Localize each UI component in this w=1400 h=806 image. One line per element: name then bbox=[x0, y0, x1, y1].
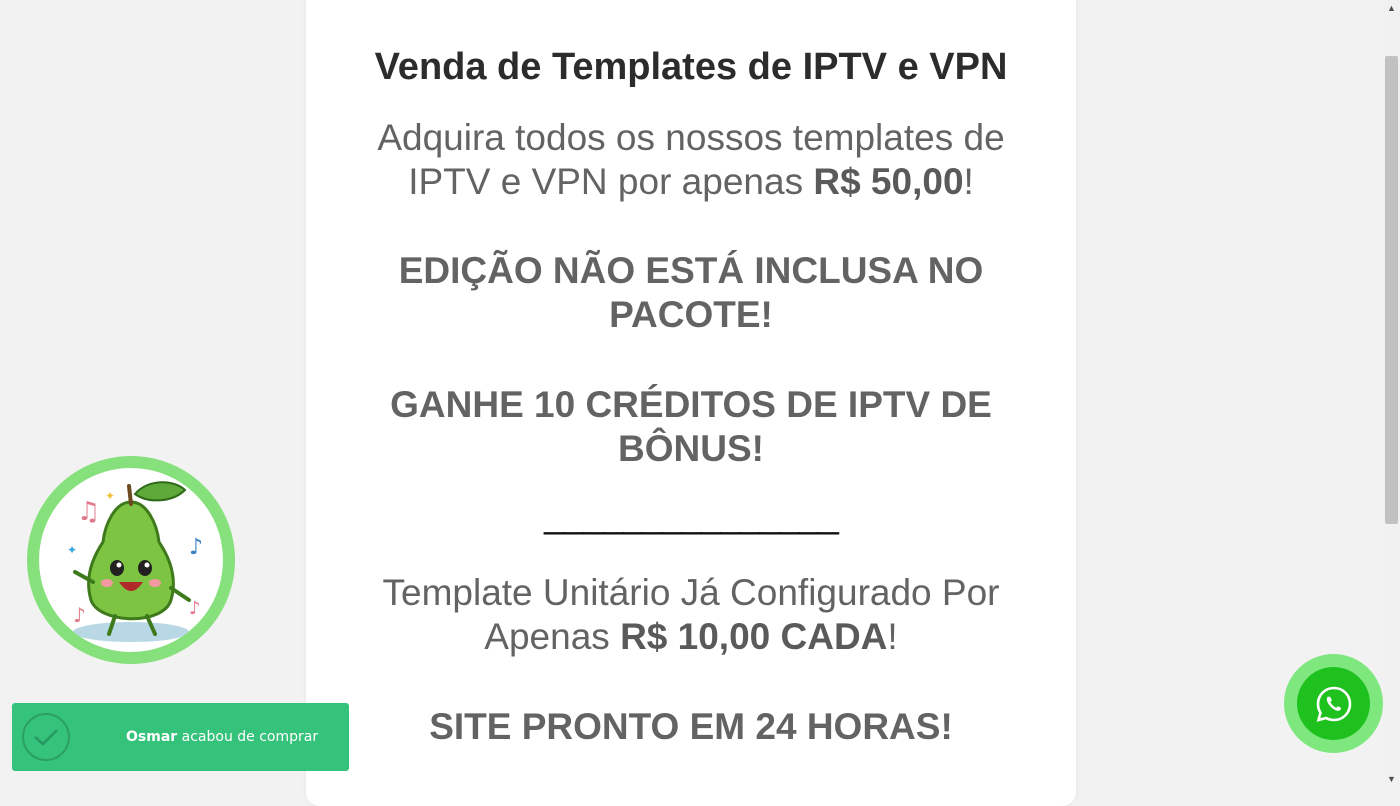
guava-mascot-icon: ♫ ♪ ♪ ♪ ✦ ✦ bbox=[39, 468, 223, 652]
content-card: Venda de Templates de IPTV e VPN Adquira… bbox=[306, 0, 1076, 806]
offer-line-1: Adquira todos os nossos templates de bbox=[377, 117, 1005, 158]
vertical-scrollbar[interactable]: ▲ ▼ bbox=[1383, 0, 1400, 788]
offer-line-2-text: IPTV e VPN por apenas bbox=[408, 161, 814, 202]
single-template-exclamation: ! bbox=[887, 616, 898, 657]
svg-text:♪: ♪ bbox=[73, 603, 86, 627]
check-circle-icon bbox=[22, 713, 70, 761]
offer-text: Adquira todos os nossos templates de IPT… bbox=[356, 116, 1026, 204]
edition-notice: EDIÇÃO NÃO ESTÁ INCLUSA NO PACOTE! bbox=[356, 249, 1026, 337]
single-template-line-1: Template Unitário Já Configurado Por bbox=[382, 572, 1000, 613]
scroll-up-arrow-icon[interactable]: ▲ bbox=[1383, 0, 1400, 17]
single-template-price: R$ 10,00 CADA bbox=[620, 616, 888, 657]
page-title: Venda de Templates de IPTV e VPN bbox=[374, 46, 1008, 88]
scroll-thumb[interactable] bbox=[1385, 56, 1398, 524]
edition-notice-line-1: EDIÇÃO NÃO ESTÁ INCLUSA NO bbox=[398, 250, 984, 291]
toast-message-text: acabou de comprar bbox=[177, 729, 319, 745]
svg-text:♪: ♪ bbox=[189, 535, 203, 560]
purchase-toast[interactable]: Osmar acabou de comprar bbox=[12, 703, 349, 771]
delivery-notice: SITE PRONTO EM 24 HORAS! bbox=[429, 706, 953, 747]
single-template-line-2-text: Apenas bbox=[484, 616, 621, 657]
offer-line-2: IPTV e VPN por apenas R$ 50,00! bbox=[356, 160, 1026, 204]
single-template-text: Template Unitário Já Configurado Por Ape… bbox=[356, 571, 1026, 659]
offer-price: R$ 50,00 bbox=[813, 161, 964, 202]
svg-text:✦: ✦ bbox=[67, 543, 77, 557]
whatsapp-icon bbox=[1297, 667, 1370, 740]
edition-notice-line-2: PACOTE! bbox=[609, 294, 773, 335]
svg-text:♪: ♪ bbox=[189, 598, 201, 619]
bonus-notice-line-2: BÔNUS! bbox=[618, 428, 764, 469]
offer-exclamation: ! bbox=[963, 161, 974, 202]
bonus-notice: GANHE 10 CRÉDITOS DE IPTV DE BÔNUS! bbox=[356, 383, 1026, 471]
mascot-badge: ♫ ♪ ♪ ♪ ✦ ✦ bbox=[27, 456, 235, 664]
toast-message: Osmar acabou de comprar bbox=[126, 729, 318, 745]
separator-line: _______________ bbox=[544, 494, 839, 535]
whatsapp-button[interactable] bbox=[1284, 654, 1383, 753]
scroll-down-arrow-icon[interactable]: ▼ bbox=[1383, 771, 1400, 788]
svg-text:♫: ♫ bbox=[77, 497, 100, 527]
buyer-name: Osmar bbox=[126, 729, 178, 745]
svg-text:✦: ✦ bbox=[105, 489, 115, 503]
single-template-line-2: Apenas R$ 10,00 CADA! bbox=[356, 615, 1026, 659]
bonus-notice-line-1: GANHE 10 CRÉDITOS DE IPTV DE bbox=[390, 384, 992, 425]
